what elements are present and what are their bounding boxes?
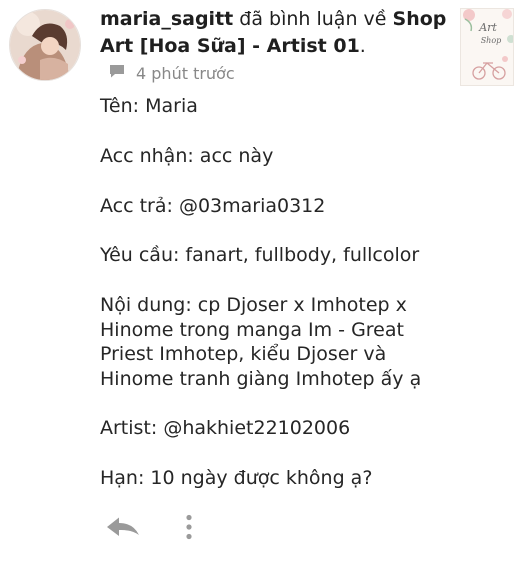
action-text: đã bình luận về [239, 8, 387, 30]
header-period: . [359, 35, 366, 57]
target-title-part-2[interactable]: Art [Hoa Sữa] - Artist 01 [100, 35, 360, 57]
comment-line-acc-pay: Acc trả: @03maria0312 [100, 195, 326, 217]
more-vertical-icon [186, 514, 192, 540]
comment-line-artist: Artist: @hakhiet22102006 [100, 417, 351, 439]
reply-arrow-icon [107, 517, 139, 536]
username[interactable]: maria_sagitt [100, 8, 233, 30]
notification-header-line-1: maria_sagitt đã bình luận về Shop [100, 6, 446, 32]
notification-meta: 4 phút trước [108, 63, 235, 83]
more-options-button[interactable] [176, 512, 202, 542]
thumbnail-image: Art Shop [461, 9, 513, 85]
thumbnail-text-2: Shop [481, 36, 502, 45]
thumbnail-text-1: Art [478, 21, 497, 34]
comment-content-line-2: Hinome trong manga Im - Great [100, 319, 404, 341]
comment-icon [108, 63, 126, 83]
comment-content-line-3: Priest Imhotep, kiểu Djoser và [100, 343, 387, 365]
notification-card[interactable]: maria_sagitt đã bình luận về Shop Art [H… [0, 0, 531, 564]
avatar-image [10, 10, 80, 80]
comment-content-line-1: Nội dung: cp Djoser x Imhotep x [100, 294, 407, 316]
comment-content-line-4: Hinome tranh giàng Imhotep ấy ạ [100, 368, 422, 390]
timestamp: 4 phút trước [136, 63, 235, 83]
comment-line-acc-receive: Acc nhận: acc này [100, 145, 274, 167]
user-avatar[interactable] [9, 9, 81, 81]
comment-line-request: Yêu cầu: fanart, fullbody, fullcolor [100, 244, 420, 266]
comment-line-name: Tên: Maria [100, 95, 198, 117]
comment-line-deadline: Hạn: 10 ngày được không ạ? [100, 467, 373, 489]
post-thumbnail[interactable]: Art Shop [460, 8, 514, 86]
action-bar [104, 510, 202, 544]
reply-button[interactable] [104, 512, 142, 542]
notification-header-line-2: Art [Hoa Sữa] - Artist 01. [100, 33, 440, 59]
target-title-part-1[interactable]: Shop [393, 8, 447, 30]
